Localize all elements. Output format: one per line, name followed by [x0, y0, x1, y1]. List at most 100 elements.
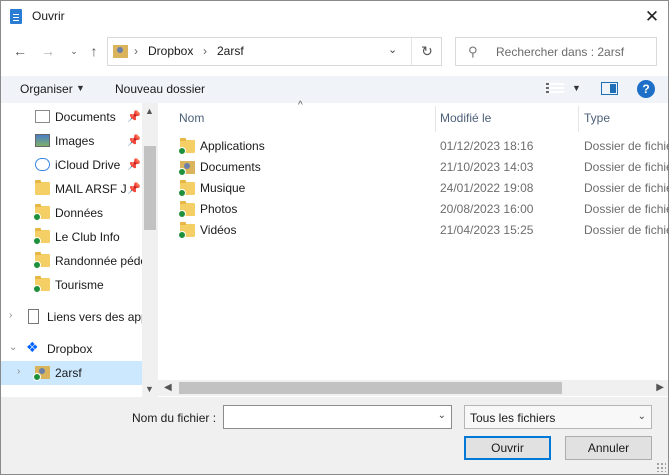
- address-dropdown-chevron-icon[interactable]: ⌄: [388, 43, 397, 56]
- table-row[interactable]: Photos 20/08/2023 16:00 Dossier de fichi…: [172, 199, 669, 220]
- nav-item-mail-arsf[interactable]: MAIL ARSF JE 📌: [1, 177, 142, 201]
- nav-item-le-club-info[interactable]: Le Club Info: [1, 225, 142, 249]
- pin-icon[interactable]: 📌: [127, 134, 141, 147]
- nav-item-documents[interactable]: Documents 📌: [1, 105, 142, 129]
- open-button[interactable]: Ouvrir: [464, 436, 551, 460]
- file-name: Documents: [200, 160, 261, 174]
- refresh-icon[interactable]: ↻: [411, 38, 442, 65]
- file-type-filter-select[interactable]: Tous les fichiers ⌄: [464, 405, 652, 429]
- column-header-name[interactable]: Nom: [179, 111, 204, 125]
- nav-vertical-scrollbar[interactable]: ▲ ▼: [142, 103, 158, 397]
- scroll-up-arrow-icon[interactable]: ▲: [145, 106, 154, 116]
- file-list-horizontal-scrollbar[interactable]: ◀ ▶: [158, 380, 668, 396]
- folder-sync-icon: [33, 276, 50, 293]
- nav-item-label: Documents: [55, 110, 116, 124]
- organize-chevron-icon[interactable]: ▼: [76, 83, 85, 93]
- file-modified: 24/01/2022 19:08: [440, 181, 534, 195]
- breadcrumb-separator: ›: [203, 44, 207, 58]
- icloud-icon: [35, 158, 50, 171]
- view-details-icon[interactable]: [546, 83, 564, 95]
- file-name: Photos: [200, 202, 238, 216]
- file-name: Musique: [200, 181, 246, 195]
- table-row[interactable]: Applications 01/12/2023 18:16 Dossier de…: [172, 136, 669, 157]
- window-title: Ouvrir: [32, 9, 65, 23]
- filename-input[interactable]: ⌄: [223, 405, 452, 429]
- file-modified: 21/10/2023 14:03: [440, 160, 534, 174]
- file-type-filter-value: Tous les fichiers: [470, 411, 556, 425]
- folder-sync-icon: [178, 138, 195, 155]
- breadcrumb-separator: ›: [134, 44, 138, 58]
- cancel-button[interactable]: Annuler: [565, 436, 652, 460]
- file-type: Dossier de fichiers: [584, 181, 669, 195]
- close-icon[interactable]: ✕: [636, 1, 668, 32]
- new-folder-button[interactable]: Nouveau dossier: [115, 82, 205, 96]
- file-type: Dossier de fichiers: [584, 223, 669, 237]
- nav-item-images[interactable]: Images 📌: [1, 129, 142, 153]
- file-name: Vidéos: [200, 223, 237, 237]
- nav-item-randonnee[interactable]: Randonnée péde: [1, 249, 142, 273]
- expand-chevron-icon[interactable]: ›: [9, 310, 12, 321]
- address-bar[interactable]: › Dropbox › 2arsf ⌄ ↻: [107, 37, 442, 66]
- file-type: Dossier de fichiers: [584, 160, 669, 174]
- help-icon[interactable]: ?: [637, 80, 655, 98]
- search-box[interactable]: ⚲ Rechercher dans : 2arsf: [455, 37, 657, 66]
- scrollbar-thumb[interactable]: [144, 146, 156, 230]
- search-icon: ⚲: [468, 44, 478, 59]
- pin-icon[interactable]: 📌: [127, 182, 141, 195]
- folder-sync-icon: [33, 228, 50, 245]
- forward-arrow-icon[interactable]: →: [39, 42, 57, 60]
- resize-grip-icon[interactable]: [656, 462, 666, 472]
- scroll-down-arrow-icon[interactable]: ▼: [145, 384, 154, 394]
- title-bar: Ouvrir ✕: [1, 1, 668, 32]
- breadcrumb-dropbox[interactable]: Dropbox: [148, 44, 193, 58]
- document-app-icon: [10, 9, 22, 24]
- table-row[interactable]: Vidéos 21/04/2023 15:25 Dossier de fichi…: [172, 220, 669, 241]
- organize-button[interactable]: Organiser: [20, 82, 73, 96]
- nav-item-label: MAIL ARSF JE: [55, 182, 127, 196]
- scrollbar-thumb[interactable]: [179, 382, 562, 394]
- sort-ascending-icon: ^: [298, 100, 303, 111]
- table-row[interactable]: Musique 24/01/2022 19:08 Dossier de fich…: [172, 178, 669, 199]
- file-name: Applications: [200, 139, 265, 153]
- nav-item-label: Images: [55, 134, 95, 148]
- file-type: Dossier de fichiers: [584, 139, 669, 153]
- scroll-right-arrow-icon[interactable]: ▶: [656, 382, 664, 393]
- documents-icon: [35, 110, 50, 123]
- scroll-left-arrow-icon[interactable]: ◀: [164, 382, 172, 393]
- folder-sync-icon: [178, 222, 195, 239]
- nav-item-label: Liens vers des app: [47, 310, 142, 324]
- collapse-chevron-icon[interactable]: ⌄: [9, 342, 17, 353]
- nav-item-dropbox[interactable]: ⌄ ❖ Dropbox: [1, 337, 142, 361]
- pin-icon[interactable]: 📌: [127, 110, 141, 123]
- view-options-chevron-icon[interactable]: ▼: [572, 83, 581, 93]
- expand-chevron-icon[interactable]: ›: [17, 366, 20, 377]
- breadcrumb-2arsf[interactable]: 2arsf: [217, 44, 244, 58]
- images-icon: [35, 134, 50, 147]
- file-modified: 21/04/2023 15:25: [440, 223, 534, 237]
- nav-item-2arsf[interactable]: › 2arsf: [1, 361, 142, 385]
- pin-icon[interactable]: 📌: [127, 158, 141, 171]
- nav-item-label: Données: [55, 206, 104, 220]
- column-header-type[interactable]: Type: [584, 111, 610, 125]
- user-folder-icon: [178, 161, 195, 176]
- up-arrow-icon[interactable]: ↑: [85, 42, 103, 60]
- file-type: Dossier de fichiers: [584, 202, 669, 216]
- nav-item-label: Tourisme: [55, 278, 104, 292]
- navigation-pane: Documents 📌 Images 📌 iCloud Drive 📌 MAIL…: [1, 103, 158, 397]
- preview-pane-icon[interactable]: [601, 82, 618, 95]
- nav-item-liens-apps[interactable]: › Liens vers des app: [1, 305, 142, 329]
- nav-item-tourisme[interactable]: Tourisme: [1, 273, 142, 297]
- back-arrow-icon[interactable]: ←: [11, 42, 29, 60]
- column-header-modified[interactable]: Modifié le: [440, 111, 491, 125]
- folder-icon: [35, 180, 50, 195]
- filename-dropdown-chevron-icon[interactable]: ⌄: [438, 410, 446, 421]
- filter-dropdown-chevron-icon[interactable]: ⌄: [638, 411, 646, 422]
- nav-item-donnees[interactable]: Données: [1, 201, 142, 225]
- nav-item-icloud-drive[interactable]: iCloud Drive 📌: [1, 153, 142, 177]
- folder-sync-icon: [178, 180, 195, 197]
- recent-locations-chevron-icon[interactable]: ⌄: [65, 42, 83, 60]
- user-folder-icon: [113, 45, 128, 58]
- folder-sync-icon: [33, 204, 50, 221]
- table-row[interactable]: Documents 21/10/2023 14:03 Dossier de fi…: [172, 157, 669, 178]
- folder-sync-icon: [33, 252, 50, 269]
